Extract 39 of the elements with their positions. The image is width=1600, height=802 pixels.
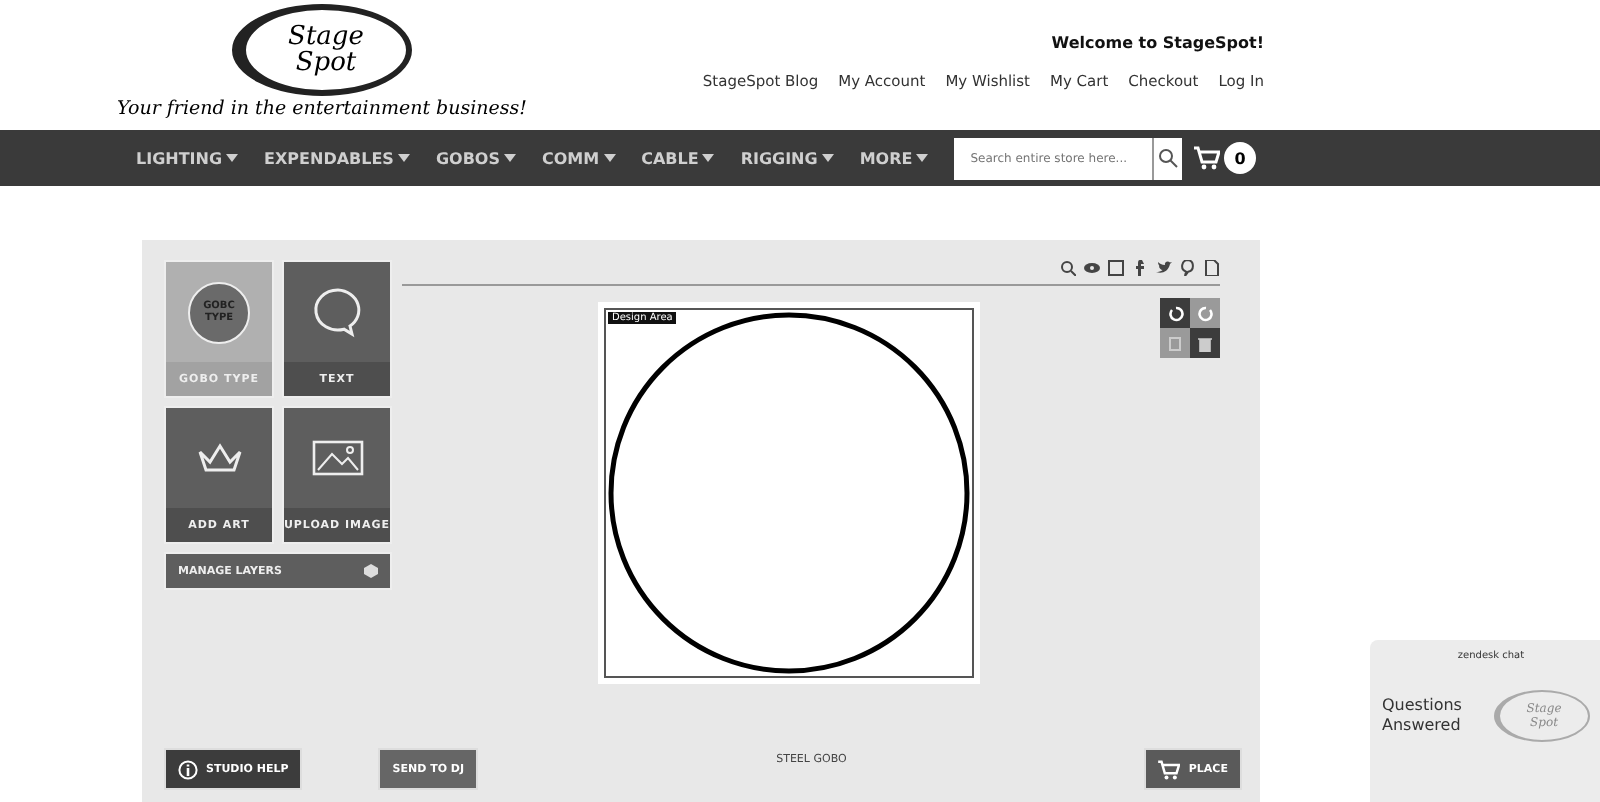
nav-item[interactable]: MORE bbox=[859, 149, 929, 167]
cart-icon[interactable] bbox=[1194, 146, 1220, 170]
image-icon bbox=[311, 440, 363, 476]
caret-icon bbox=[916, 154, 929, 162]
logo[interactable]: Stage Spot bbox=[232, 4, 412, 96]
copy-icon bbox=[1168, 335, 1182, 351]
welcome-text: Welcome to StageSpot! bbox=[1051, 34, 1264, 52]
nav-item[interactable]: LIGHTING bbox=[136, 149, 239, 167]
document-icon[interactable] bbox=[1204, 260, 1220, 276]
caret-icon bbox=[702, 154, 715, 162]
cart-icon bbox=[1158, 759, 1181, 779]
delete-button[interactable] bbox=[1190, 328, 1220, 358]
nav-item[interactable]: GOBOS bbox=[435, 149, 516, 167]
nav-item[interactable]: COMM bbox=[541, 149, 616, 167]
save-icon[interactable] bbox=[1108, 260, 1124, 276]
trash-icon bbox=[1198, 335, 1212, 351]
caret-icon bbox=[226, 154, 239, 162]
redo-icon bbox=[1197, 305, 1213, 321]
search-icon bbox=[1158, 148, 1178, 168]
chat-message: Questions Answered bbox=[1382, 696, 1464, 736]
eye-icon[interactable] bbox=[1084, 260, 1100, 276]
caret-icon bbox=[603, 154, 616, 162]
search-button[interactable] bbox=[1152, 137, 1182, 179]
nav-item[interactable]: CABLE bbox=[641, 149, 715, 167]
tagline: Your friend in the entertainment business! bbox=[117, 98, 527, 120]
caret-icon bbox=[821, 154, 834, 162]
caret-icon bbox=[503, 154, 516, 162]
nav-item[interactable]: RIGGING bbox=[740, 149, 834, 167]
crown-icon bbox=[193, 442, 245, 474]
info-icon bbox=[178, 759, 198, 779]
undo-icon bbox=[1167, 305, 1183, 321]
cart-count: 0 bbox=[1224, 142, 1256, 174]
caret-icon bbox=[397, 154, 410, 162]
bird-icon[interactable] bbox=[1156, 260, 1172, 276]
facebook-icon[interactable] bbox=[1132, 260, 1148, 276]
speech-bubble-icon bbox=[311, 286, 363, 338]
zoom-icon[interactable] bbox=[1060, 260, 1076, 276]
undo-button[interactable] bbox=[1160, 298, 1190, 328]
nav-item[interactable]: EXPENDABLES bbox=[264, 149, 410, 167]
